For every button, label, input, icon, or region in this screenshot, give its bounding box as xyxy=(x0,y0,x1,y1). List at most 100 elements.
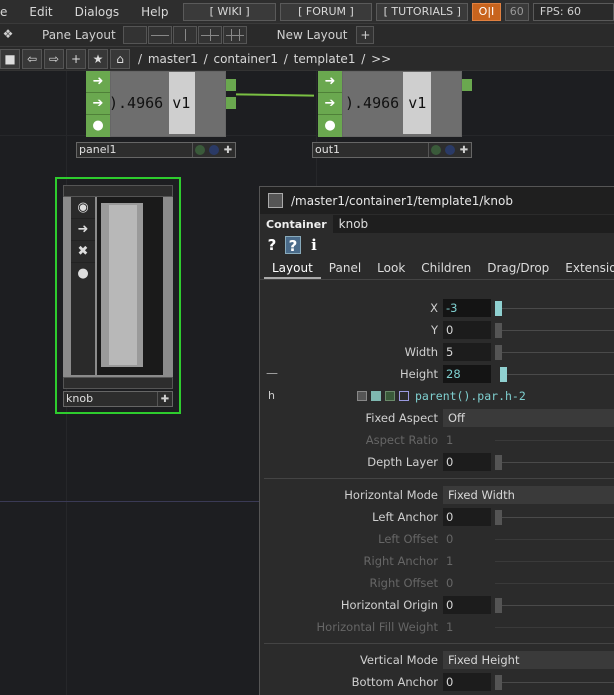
menu-file[interactable]: e xyxy=(0,0,18,24)
slider-track[interactable] xyxy=(495,539,614,540)
forum-button[interactable]: [ FORUM ] xyxy=(279,2,373,21)
tab-drag-drop[interactable]: Drag/Drop xyxy=(479,259,557,279)
expand-icon[interactable]: ✚ xyxy=(457,145,471,156)
slider-handle[interactable] xyxy=(495,323,502,338)
layout-three-icon[interactable] xyxy=(197,26,222,44)
expand-icon[interactable]: ✚ xyxy=(221,145,235,156)
fps-cap-field[interactable]: 60 xyxy=(504,2,529,21)
home-icon[interactable]: ⌂ xyxy=(110,48,130,69)
expression-text[interactable]: parent().par.h-2 xyxy=(415,389,526,403)
bottom-anchor-field[interactable]: 0 xyxy=(443,673,491,691)
param-y-field[interactable]: 0 xyxy=(443,321,491,339)
stop-icon[interactable]: ■ xyxy=(0,48,20,69)
display-flag-icon[interactable] xyxy=(209,145,219,155)
mode-bind-icon[interactable] xyxy=(399,391,409,401)
new-layout-button[interactable]: + xyxy=(356,26,375,44)
right-offset-field[interactable]: 0 xyxy=(443,574,491,592)
add-icon[interactable]: + xyxy=(66,48,86,69)
tab-panel[interactable]: Panel xyxy=(321,259,369,279)
node-name[interactable]: knob xyxy=(64,392,158,406)
target-icon[interactable]: ◉ xyxy=(71,197,95,219)
expand-icon[interactable]: ✚ xyxy=(158,394,172,405)
viewer-icon[interactable]: ➜ xyxy=(318,71,342,93)
slider-track[interactable] xyxy=(502,330,614,331)
param-x-field[interactable]: -3 xyxy=(443,299,491,317)
tab-children[interactable]: Children xyxy=(413,259,479,279)
slider-handle[interactable] xyxy=(495,510,502,525)
cook-flag-icon[interactable] xyxy=(195,145,205,155)
tab-extensions[interactable]: Extensions xyxy=(557,259,614,279)
slider-track[interactable] xyxy=(502,605,614,606)
horizontal-mode-menu[interactable]: Fixed Width xyxy=(443,486,614,504)
arrow-icon[interactable]: ➔ xyxy=(86,93,110,115)
viewer-icon[interactable]: ➜ xyxy=(86,71,110,93)
vertical-mode-menu[interactable]: Fixed Height xyxy=(443,651,614,669)
layout-split-v-icon[interactable] xyxy=(172,26,197,44)
help-icon[interactable]: ? xyxy=(264,236,280,254)
menu-dialogs[interactable]: Dialogs xyxy=(64,0,130,24)
fixed-aspect-menu[interactable]: Off xyxy=(443,409,614,427)
slider-handle[interactable] xyxy=(495,345,502,360)
left-anchor-field[interactable]: 0 xyxy=(443,508,491,526)
slider-track[interactable] xyxy=(502,517,614,518)
aspect-ratio-field[interactable]: 1 xyxy=(443,431,491,449)
slider-track[interactable] xyxy=(495,627,614,628)
slider-track[interactable] xyxy=(495,583,614,584)
slider-track[interactable] xyxy=(502,682,614,683)
node-out1[interactable]: ➜ ➔ ● ).4966 v1 out1 ✚ xyxy=(312,71,472,160)
output-connector[interactable] xyxy=(226,97,236,109)
slider-track[interactable] xyxy=(507,374,614,375)
horizontal-fill-weight-field[interactable]: 1 xyxy=(443,618,491,636)
slider-handle[interactable] xyxy=(495,598,502,613)
pane-menu-icon[interactable]: ❖ xyxy=(0,26,16,44)
param-width-field[interactable]: 5 xyxy=(443,343,491,361)
slider-handle[interactable] xyxy=(495,301,502,316)
slider-track[interactable] xyxy=(502,462,614,463)
menu-help[interactable]: Help xyxy=(130,0,179,24)
expand-param-icon[interactable]: — xyxy=(266,366,278,380)
wiki-button[interactable]: [ WIKI ] xyxy=(183,2,276,21)
back-icon[interactable]: ⇦ xyxy=(22,48,42,69)
info-icon[interactable]: i xyxy=(306,236,322,254)
cook-flag-icon[interactable] xyxy=(431,145,441,155)
oi-button[interactable]: O|I xyxy=(472,2,501,21)
layout-quad-icon[interactable] xyxy=(222,26,247,44)
layout-single-icon[interactable] xyxy=(122,26,147,44)
slider-track[interactable] xyxy=(502,352,614,353)
depth-layer-field[interactable]: 0 xyxy=(443,453,491,471)
network-path[interactable]: / master1 / container1 / template1 / >> xyxy=(138,52,391,66)
param-height-field[interactable]: 28 xyxy=(443,365,491,383)
star-icon[interactable]: ★ xyxy=(88,48,108,69)
output-connector[interactable] xyxy=(226,79,236,91)
viewer-icon[interactable]: ➜ xyxy=(71,219,95,241)
arrow-icon[interactable]: ➔ xyxy=(318,93,342,115)
slider-track[interactable] xyxy=(495,561,614,562)
display-flag-icon[interactable] xyxy=(445,145,455,155)
forward-icon[interactable]: ⇨ xyxy=(44,48,64,69)
op-name-field[interactable]: knob xyxy=(332,215,614,233)
left-offset-field[interactable]: 0 xyxy=(443,530,491,548)
node-knob[interactable]: ◉ ➜ ✖ ● knob ✚ xyxy=(55,177,181,414)
tutorials-button[interactable]: [ TUTORIALS ] xyxy=(376,2,469,21)
python-help-icon[interactable]: ? xyxy=(285,236,301,255)
node-name[interactable]: panel1 xyxy=(77,143,193,157)
lock-icon[interactable]: ● xyxy=(318,115,342,137)
mode-expression-icon[interactable] xyxy=(371,391,381,401)
output-connector[interactable] xyxy=(462,79,472,91)
slider-track[interactable] xyxy=(502,308,614,309)
right-anchor-field[interactable]: 1 xyxy=(443,552,491,570)
menu-edit[interactable]: Edit xyxy=(18,0,63,24)
layout-split-h-icon[interactable] xyxy=(147,26,172,44)
tab-look[interactable]: Look xyxy=(369,259,413,279)
slider-handle[interactable] xyxy=(495,455,502,470)
node-panel1[interactable]: ➜ ➔ ● ).4966 v1 panel1 ✚ xyxy=(76,71,236,160)
lock-icon[interactable]: ● xyxy=(86,115,110,137)
slider-handle[interactable] xyxy=(500,367,507,382)
slider-handle[interactable] xyxy=(495,675,502,690)
slider-track[interactable] xyxy=(495,440,614,441)
op-type-icon[interactable] xyxy=(268,193,283,208)
horizontal-origin-field[interactable]: 0 xyxy=(443,596,491,614)
node-name[interactable]: out1 xyxy=(313,143,429,157)
mode-export-icon[interactable] xyxy=(385,391,395,401)
lock-icon[interactable]: ● xyxy=(71,263,95,285)
